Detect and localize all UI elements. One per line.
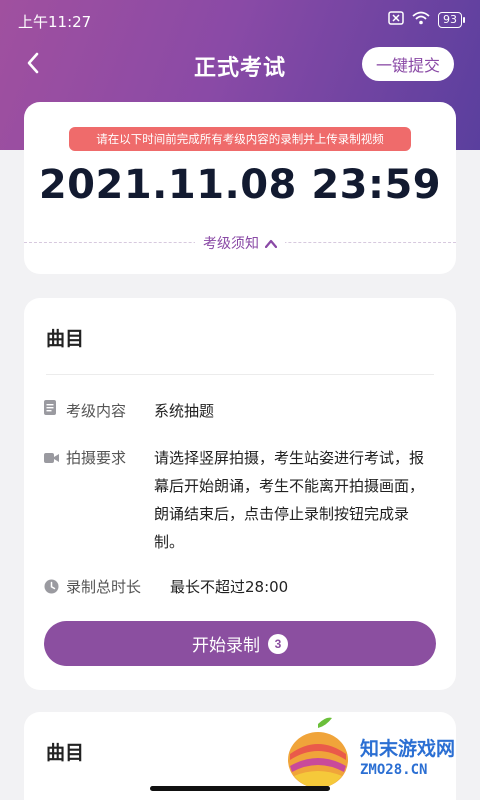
clock-icon	[44, 573, 66, 601]
watermark-logo: 知末游戏网 ZMO28.CN	[280, 714, 480, 794]
status-icons: 93	[388, 11, 465, 28]
content-label: 考级内容	[66, 402, 127, 420]
shoot-row: 拍摄要求 请选择竖屏拍摄，考生站姿进行考试，报幕后开始朗诵，考生不能离开拍摄画面…	[44, 444, 436, 556]
shoot-label: 拍摄要求	[66, 449, 127, 467]
document-icon	[44, 397, 66, 425]
exam-rules-toggle-inner[interactable]: 考级须知	[195, 233, 285, 253]
watermark-cn-text: 知末游戏网	[360, 738, 456, 760]
duration-label: 录制总时长	[66, 578, 142, 596]
task-divider	[46, 374, 434, 375]
sim-icon	[388, 11, 404, 28]
start-recording-label: 开始录制	[192, 636, 260, 655]
duration-row: 录制总时长 最长不超过28:00	[44, 573, 436, 601]
wifi-icon	[412, 11, 430, 28]
task-title-2: 曲目	[46, 742, 85, 764]
recording-count-badge: 3	[268, 633, 288, 654]
exam-rules-label: 考级须知	[203, 236, 259, 252]
watermark-en-text: ZMO28.CN	[360, 762, 428, 778]
home-indicator[interactable]	[150, 786, 330, 791]
video-camera-icon	[44, 444, 66, 556]
deadline-card: 请在以下时间前完成所有考级内容的录制并上传录制视频 2021.11.08 23:…	[24, 102, 456, 274]
content-row: 考级内容 系统抽题	[44, 397, 436, 425]
battery-icon: 93	[438, 11, 465, 28]
task-card: 曲目 考级内容 系统抽题 拍摄要求 请选择竖屏拍摄，考生站姿进行考试，报幕后开始…	[24, 298, 456, 690]
task-title: 曲目	[46, 328, 85, 350]
deadline-datetime: 2021.11.08 23:59	[38, 162, 442, 208]
submit-all-button[interactable]: 一键提交	[362, 47, 454, 81]
status-bar: 上午11:27 93	[0, 0, 480, 40]
duration-value: 最长不超过28:00	[170, 578, 289, 596]
content-value: 系统抽题	[154, 402, 215, 420]
deadline-notice: 请在以下时间前完成所有考级内容的录制并上传录制视频	[69, 127, 411, 151]
status-time: 上午11:27	[18, 13, 92, 31]
start-recording-button[interactable]: 开始录制 3	[44, 621, 436, 666]
chevron-up-icon	[265, 239, 277, 248]
exam-rules-toggle[interactable]: 考级须知	[24, 233, 456, 253]
apple-logo-icon	[288, 717, 348, 788]
shoot-value: 请选择竖屏拍摄，考生站姿进行考试，报幕后开始朗诵，考生不能离开拍摄画面，朗诵结束…	[154, 449, 425, 551]
